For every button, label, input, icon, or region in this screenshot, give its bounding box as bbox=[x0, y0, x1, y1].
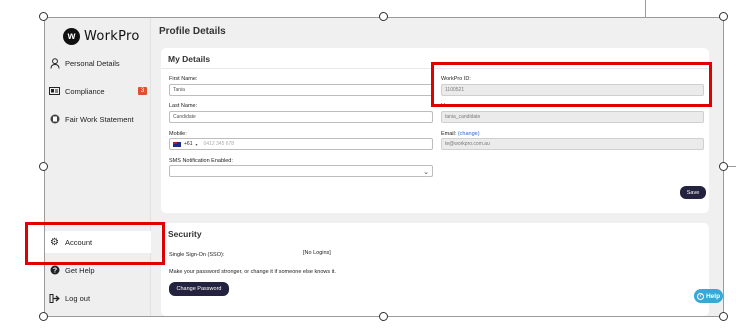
sidebar-item-label: Log out bbox=[65, 293, 91, 303]
sidebar-item-label: Compliance bbox=[65, 86, 105, 96]
save-button[interactable]: Save bbox=[680, 186, 706, 199]
security-card: Security Single Sign-On (SSO): [No Login… bbox=[161, 223, 709, 316]
user-icon bbox=[49, 57, 60, 69]
resize-handle[interactable] bbox=[39, 162, 48, 171]
resize-handle[interactable] bbox=[719, 162, 728, 171]
help-button[interactable]: ? Help bbox=[694, 289, 723, 303]
mobile-label: Mobile: bbox=[169, 131, 187, 137]
logo-mark-icon: w bbox=[63, 27, 80, 45]
card-title: My Details bbox=[168, 54, 211, 64]
logo-text: WorkPro bbox=[84, 28, 140, 44]
logout-icon bbox=[49, 293, 60, 304]
sms-notification-select[interactable]: ⌄ bbox=[169, 165, 433, 177]
screenshot-canvas: w WorkPro Personal Details Compliance 3 bbox=[0, 0, 736, 332]
first-name-label: First Name: bbox=[169, 76, 198, 82]
sms-notification-label: SMS Notification Enabled: bbox=[169, 158, 233, 164]
country-code[interactable]: +61 bbox=[184, 141, 192, 147]
resize-handle[interactable] bbox=[39, 12, 48, 21]
australia-flag-icon bbox=[173, 141, 181, 147]
last-name-label: Last Name: bbox=[169, 103, 198, 109]
sso-value: [No Logins] bbox=[303, 250, 331, 256]
sidebar-item-personal-details[interactable]: Personal Details bbox=[45, 52, 151, 74]
question-icon: ? bbox=[49, 265, 60, 276]
annotation-box-account bbox=[25, 222, 165, 265]
resize-handle[interactable] bbox=[379, 12, 388, 21]
sidebar-item-label: Get Help bbox=[65, 265, 95, 275]
last-name-field[interactable]: Candidate bbox=[169, 111, 433, 123]
resize-handle[interactable] bbox=[379, 312, 388, 321]
email-label-text: Email: bbox=[441, 131, 457, 137]
resize-handle[interactable] bbox=[719, 12, 728, 21]
email-label: Email: (change) bbox=[441, 131, 480, 137]
help-button-label: Help bbox=[705, 292, 721, 300]
sidebar-item-fair-work-statement[interactable]: Fair Work Statement bbox=[45, 108, 151, 130]
mobile-placeholder: 0412 345 678 bbox=[203, 141, 235, 147]
chevron-down-icon: ▾ bbox=[195, 141, 198, 147]
svg-text:?: ? bbox=[52, 268, 56, 275]
guide-line bbox=[645, 0, 646, 17]
id-card-icon bbox=[49, 86, 60, 97]
card-title: Security bbox=[168, 229, 202, 239]
first-name-field[interactable]: Tania bbox=[169, 84, 433, 96]
annotation-box-workpro-id bbox=[431, 62, 712, 107]
email-change-link[interactable]: (change) bbox=[458, 131, 480, 137]
resize-handle[interactable] bbox=[719, 312, 728, 321]
email-field: te@workpro.com.au bbox=[441, 138, 704, 150]
workpro-logo[interactable]: w WorkPro bbox=[63, 26, 140, 46]
sso-label: Single Sign-On (SSO): bbox=[169, 252, 225, 258]
change-password-button[interactable]: Change Password bbox=[169, 282, 229, 296]
sidebar-item-log-out[interactable]: Log out bbox=[45, 287, 151, 309]
page-title: Profile Details bbox=[159, 26, 226, 37]
resize-handle[interactable] bbox=[39, 312, 48, 321]
question-icon: ? bbox=[696, 292, 704, 300]
username-field: tania_candidate bbox=[441, 111, 704, 123]
mobile-field[interactable]: +61 ▾ 0412 345 678 bbox=[169, 138, 433, 150]
sidebar-item-label: Fair Work Statement bbox=[65, 114, 134, 124]
clipboard-icon bbox=[49, 114, 60, 125]
sidebar: w WorkPro Personal Details Compliance 3 bbox=[45, 18, 151, 316]
password-hint: Make your password stronger, or change i… bbox=[169, 269, 336, 275]
sidebar-item-label: Personal Details bbox=[65, 58, 120, 68]
compliance-count-badge: 3 bbox=[138, 87, 147, 95]
chevron-down-icon: ⌄ bbox=[423, 169, 429, 176]
sidebar-item-compliance[interactable]: Compliance 3 bbox=[45, 80, 151, 102]
